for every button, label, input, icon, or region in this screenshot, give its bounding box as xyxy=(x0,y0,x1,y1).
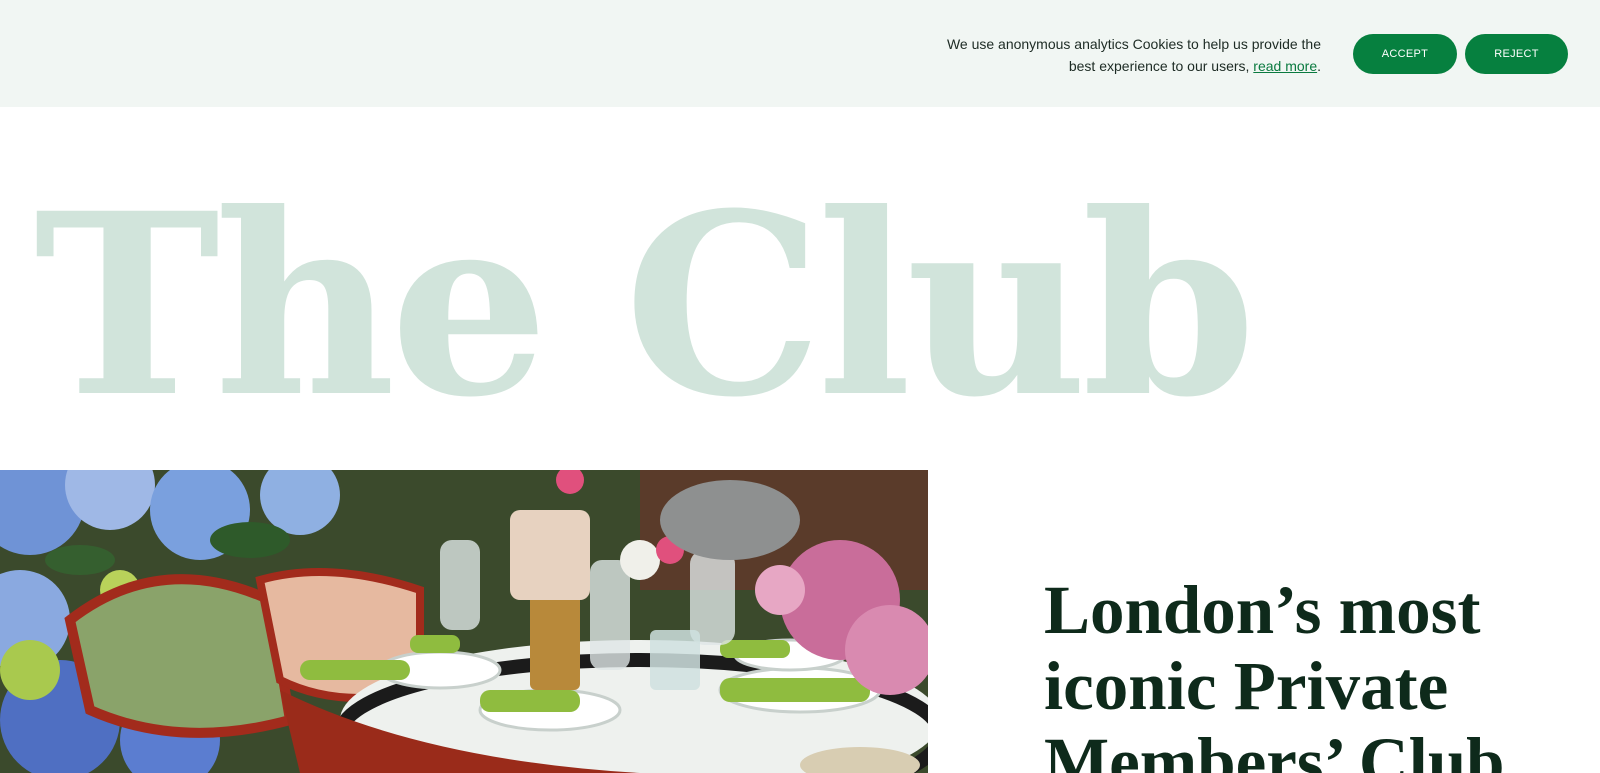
cookie-message-suffix: . xyxy=(1317,58,1321,74)
dining-table-photo xyxy=(0,470,928,773)
intro-tagline: London’s most iconic Private Members’ Cl… xyxy=(1044,572,1505,773)
page: We use anonymous analytics Cookies to he… xyxy=(0,0,1600,773)
read-more-link[interactable]: read more xyxy=(1253,58,1317,74)
cookie-banner: We use anonymous analytics Cookies to he… xyxy=(0,0,1600,107)
reject-button[interactable]: REJECT xyxy=(1465,34,1568,74)
page-title: The Club xyxy=(34,158,1256,452)
cookie-message: We use anonymous analytics Cookies to he… xyxy=(921,33,1321,77)
accept-button[interactable]: ACCEPT xyxy=(1353,34,1457,74)
